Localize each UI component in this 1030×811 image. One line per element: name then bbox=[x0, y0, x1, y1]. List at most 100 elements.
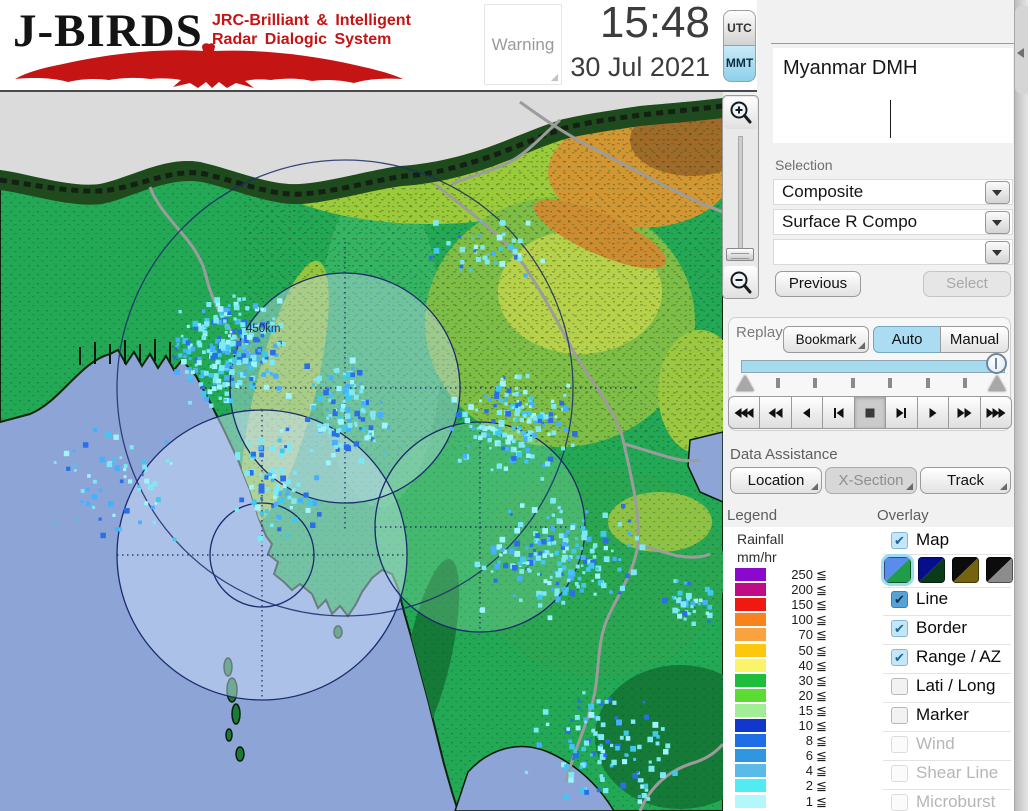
replay-slider-handle[interactable] bbox=[986, 353, 1007, 374]
overlay-marker-checkbox[interactable] bbox=[891, 707, 908, 724]
da-track-button[interactable]: Track bbox=[920, 467, 1011, 494]
da-button-label: X-Section bbox=[838, 472, 904, 489]
overlay-map-checkbox[interactable]: ✔ bbox=[891, 532, 908, 549]
previous-button[interactable]: Previous bbox=[775, 271, 861, 297]
overlay-range-az-label: Range / AZ bbox=[916, 647, 1002, 666]
rew3-button[interactable] bbox=[728, 396, 761, 429]
range-start-marker[interactable] bbox=[736, 375, 754, 391]
legend-row: 100 ≦ bbox=[735, 612, 835, 628]
zoom-out-button[interactable] bbox=[724, 266, 757, 298]
panel-collapse-strip[interactable] bbox=[1014, 0, 1028, 811]
legend-value: 30 bbox=[798, 672, 813, 688]
chevron-down-icon[interactable] bbox=[985, 181, 1010, 204]
chevron-down-icon[interactable] bbox=[985, 241, 1010, 264]
play-rev-button[interactable] bbox=[790, 396, 824, 429]
step-fwd-button[interactable] bbox=[885, 396, 918, 429]
menu-corner-icon bbox=[858, 342, 865, 349]
fwd3-button[interactable] bbox=[979, 396, 1012, 429]
legend-symbol: ≦ bbox=[816, 657, 827, 673]
overlay-separator bbox=[883, 587, 1011, 588]
legend-title-2: mm/hr bbox=[737, 549, 777, 565]
zoom-slider-track[interactable] bbox=[738, 136, 743, 252]
chevron-down-icon[interactable] bbox=[985, 211, 1010, 234]
play-rev-icon bbox=[803, 407, 811, 418]
legend-symbol: ≦ bbox=[816, 702, 827, 718]
legend-symbol: ≦ bbox=[816, 687, 827, 703]
overlay-shear-line-checkbox bbox=[891, 765, 908, 782]
map-style-swatch-3[interactable] bbox=[952, 557, 979, 583]
legend-value: 70 bbox=[798, 627, 813, 643]
map-style-swatch-1[interactable] bbox=[884, 557, 911, 583]
slider-tick bbox=[888, 378, 892, 388]
menu-corner-icon bbox=[1000, 483, 1007, 490]
map-style-swatch-2[interactable] bbox=[918, 557, 945, 583]
station-title-box[interactable]: Myanmar DMH bbox=[773, 48, 1013, 143]
step-fwd-icon bbox=[896, 407, 907, 418]
utc-button[interactable]: UTC bbox=[723, 10, 756, 46]
mmt-button[interactable]: MMT bbox=[723, 46, 756, 82]
zoom-in-button[interactable] bbox=[724, 97, 757, 129]
playback-controls bbox=[728, 396, 1012, 429]
overlay-border-checkbox[interactable]: ✔ bbox=[891, 620, 908, 637]
legend-symbol: ≦ bbox=[816, 612, 827, 628]
legend-value: 150 bbox=[791, 597, 813, 613]
legend-row: 40 ≦ bbox=[735, 657, 835, 673]
data-assistance-label: Data Assistance bbox=[730, 446, 838, 463]
replay-label: Replay bbox=[736, 324, 783, 341]
slider-tick bbox=[776, 378, 780, 388]
range-end-marker[interactable] bbox=[988, 375, 1006, 391]
overlay-lati-long-checkbox[interactable] bbox=[891, 678, 908, 695]
bookmark-button[interactable]: Bookmark bbox=[783, 326, 869, 353]
legend-symbol: ≦ bbox=[816, 627, 827, 643]
legend-value: 8 bbox=[805, 733, 813, 749]
overlay-marker-label: Marker bbox=[916, 705, 969, 724]
menu-corner-icon bbox=[906, 483, 913, 490]
replay-slider-track[interactable] bbox=[741, 360, 1005, 373]
collapse-arrow-icon bbox=[1017, 48, 1024, 58]
legend-row: 50 ≦ bbox=[735, 643, 835, 658]
radar-map[interactable]: 450km bbox=[0, 92, 723, 811]
legend-symbol: ≦ bbox=[816, 567, 827, 582]
legend-row: 10 ≦ bbox=[735, 718, 835, 733]
legend-row: 6 ≦ bbox=[735, 748, 835, 764]
play-button[interactable] bbox=[916, 396, 950, 429]
fwd2-button[interactable] bbox=[948, 396, 981, 429]
legend-value: 10 bbox=[798, 718, 813, 733]
map-style-swatch-4[interactable] bbox=[986, 557, 1013, 583]
overlay-separator bbox=[883, 673, 1011, 674]
legend-symbol: ≦ bbox=[816, 672, 827, 688]
legend-row: 1 ≦ bbox=[735, 794, 835, 809]
auto-button[interactable]: Auto bbox=[873, 326, 941, 353]
bookmark-label: Bookmark bbox=[795, 332, 857, 347]
step-back-button[interactable] bbox=[822, 396, 855, 429]
da-button-label: Track bbox=[947, 472, 984, 489]
map-zoom-control bbox=[722, 95, 759, 299]
slider-tick bbox=[813, 378, 817, 388]
dropdown-extra[interactable] bbox=[773, 239, 1013, 265]
zoom-slider-handle[interactable] bbox=[726, 248, 754, 261]
clock-time: 15:48 bbox=[599, 0, 710, 47]
selection-label: Selection bbox=[775, 157, 833, 173]
replay-group: Replay Bookmark Auto Manual bbox=[728, 317, 1012, 431]
range-distance-label: 450km bbox=[246, 323, 281, 335]
legend-row: 4 ≦ bbox=[735, 763, 835, 778]
select-button[interactable]: Select bbox=[923, 271, 1011, 297]
overlay-range-az-checkbox[interactable]: ✔ bbox=[891, 649, 908, 666]
rew2-button[interactable] bbox=[759, 396, 792, 429]
dropdown-composite[interactable]: Composite bbox=[773, 179, 1013, 205]
legend-symbol: ≦ bbox=[816, 597, 827, 613]
da-button-label: Location bbox=[747, 472, 805, 489]
menu-corner-icon bbox=[811, 483, 818, 490]
legend-row: 2 ≦ bbox=[735, 778, 835, 793]
stop-icon bbox=[865, 408, 875, 417]
overlay-line-checkbox[interactable]: ✔ bbox=[891, 591, 908, 608]
da-x-section-button[interactable]: X-Section bbox=[825, 467, 917, 494]
dropdown-product[interactable]: Surface R Compo bbox=[773, 209, 1013, 235]
manual-button[interactable]: Manual bbox=[940, 326, 1009, 353]
da-location-button[interactable]: Location bbox=[730, 467, 822, 494]
overlay-separator bbox=[883, 554, 1011, 555]
header: J-BIRDS JRC-Brilliant & Intelligent Rada… bbox=[0, 0, 757, 92]
stop-button[interactable] bbox=[853, 396, 887, 429]
legend-value: 6 bbox=[805, 748, 813, 764]
step-back-icon bbox=[833, 407, 844, 418]
